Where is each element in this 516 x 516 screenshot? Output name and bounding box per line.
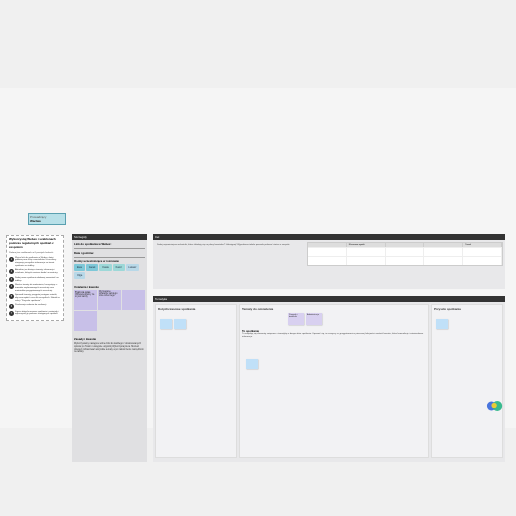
guide-panel: Wykorzystaj Webex i szablonach podczas r… xyxy=(6,235,64,321)
past-title: Dotychczasowe spotkania xyxy=(158,307,234,311)
webex-logo-icon xyxy=(486,399,504,413)
action-card[interactable] xyxy=(74,311,97,331)
datetime-label: Data i godzina: xyxy=(74,251,145,255)
step-number: 4 xyxy=(9,284,14,289)
action-cards: Typ1 na czasOdpowiedzialny za to jest ka… xyxy=(74,290,145,331)
step-text: Aktualizuj na bieżąco tematy, informacje… xyxy=(15,269,61,275)
table-header xyxy=(424,243,463,247)
table-header: Trend xyxy=(463,243,502,247)
participant-chip[interactable]: Olga xyxy=(74,272,85,279)
table-header: Kluczowe wyniki xyxy=(347,243,386,247)
guide-subtitle: Podaruj ten szablonach w 6 prostych krok… xyxy=(9,252,61,255)
goal-table[interactable]: Kluczowe wyniki Trend xyxy=(307,242,503,266)
sticky-note[interactable]: Administracja xyxy=(306,313,322,325)
past-meetings-column[interactable]: Dotychczasowe spotkania xyxy=(155,304,237,458)
actions-title: Ustalenia i kwestie xyxy=(74,285,145,289)
step-number: 1 xyxy=(9,257,14,262)
table-header xyxy=(308,243,347,247)
canvas[interactable]: Prowadzący Wacław Wykorzystaj Webex i sz… xyxy=(0,88,516,428)
guide-title: Wykorzystaj Webex i szablonach podczas r… xyxy=(9,238,61,250)
this-meeting-note: Tu znajdują się elementy związane z tema… xyxy=(242,333,426,338)
sticky-note[interactable] xyxy=(246,359,258,369)
rules-title: Zasady i kwestie xyxy=(74,337,145,341)
link-label: Link do spotkania w Webex: xyxy=(74,242,145,246)
future-column[interactable]: Przyszłe spotkania xyxy=(431,304,503,458)
participant-chips: EwaJacekKasiaKarolŁukasz Olga xyxy=(74,264,145,279)
sticky-note[interactable] xyxy=(174,319,186,329)
participant-chip[interactable]: Karol xyxy=(113,264,125,271)
goal-note: Dodaj najważniejsze wskaźniki, które skł… xyxy=(157,244,307,246)
step-text: Dodaj nowe spotkania dodawaj zawartość n… xyxy=(15,277,61,283)
presenter-name: Wacław xyxy=(30,219,64,223)
table-header xyxy=(386,243,425,247)
step-text: Zapisz dotychczasowe spotkania i materia… xyxy=(15,311,61,317)
step-text: Skończ tematy do omówienia, korzystając … xyxy=(15,284,61,293)
presenter-badge: Prowadzący Wacław xyxy=(28,213,66,225)
rules-text: Wykorzystamy następne wolne linki do każ… xyxy=(74,343,145,354)
participant-chip[interactable]: Jacek xyxy=(86,264,99,271)
sticky-note[interactable]: Pomysły i działania xyxy=(288,313,304,325)
details-panel[interactable]: Szczegóły Link do spotkania w Webex: Dat… xyxy=(72,234,147,462)
topics-panel[interactable]: Tematyka Dotychczasowe spotkania Tematy … xyxy=(153,296,505,462)
participants-label: Osoby uczestniczące w rozmowie xyxy=(74,259,145,263)
sticky-note[interactable] xyxy=(436,319,448,329)
step-text: Sprawdź tematy, przygotuj wstępne notatk… xyxy=(15,294,61,303)
step-number: 6 xyxy=(9,304,14,309)
sticky-note[interactable] xyxy=(160,319,172,329)
step-text: Przekazuje zadania do realizacji. xyxy=(15,304,61,309)
step-number: 5 xyxy=(9,294,14,299)
action-card[interactable] xyxy=(122,290,145,310)
discuss-title: Tematy do omówienia xyxy=(242,307,426,311)
step-number: 7 xyxy=(9,311,14,316)
step-number: 3 xyxy=(9,277,14,282)
participant-chip[interactable]: Kasia xyxy=(99,264,111,271)
participant-chip[interactable]: Łukasz xyxy=(126,264,140,271)
action-card[interactable]: Wymagane działanie każdego dnia roboczeg… xyxy=(98,290,121,310)
step-number: 2 xyxy=(9,269,14,274)
future-title: Przyszłe spotkania xyxy=(434,307,500,311)
details-header: Szczegóły xyxy=(72,234,147,240)
step-text: Wpisz link do spotkania w Webex, datę i … xyxy=(15,257,61,268)
goal-panel[interactable]: Cel Dodaj najważniejsze wskaźniki, które… xyxy=(153,234,505,289)
action-card[interactable]: Typ1 na czasOdpowiedzialny za to jest ka… xyxy=(74,290,97,310)
participant-chip[interactable]: Ewa xyxy=(74,264,85,271)
discuss-column[interactable]: Tematy do omówienia Pomysły i działania … xyxy=(239,304,429,458)
